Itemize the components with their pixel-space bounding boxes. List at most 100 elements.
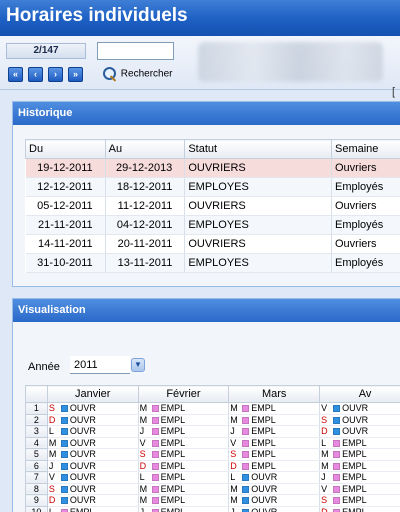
calendar-day-cell[interactable]: L OUVR xyxy=(47,425,139,438)
year-select[interactable]: 2011 xyxy=(70,356,130,374)
status-color-swatch xyxy=(242,428,250,436)
calendar-day-cell[interactable]: J OUVR xyxy=(47,460,139,472)
calendar-day-cell[interactable]: L OUVR xyxy=(228,471,321,484)
next-record-button[interactable]: › xyxy=(48,67,63,82)
table-row[interactable]: 21-11-2011 04-12-2011 EMPLOYES Employés xyxy=(25,215,400,235)
table-cell: 21-11-2011 xyxy=(25,215,106,235)
calendar-day-cell[interactable]: J OUVR xyxy=(228,506,321,512)
bracket-text: [ xyxy=(392,86,396,98)
calendar-day-cell[interactable]: M EMPL xyxy=(138,402,230,415)
previous-record-button[interactable]: ‹ xyxy=(28,67,43,82)
table-row[interactable]: 14-11-2011 20-11-2011 OUVRIERS Ouvriers xyxy=(25,234,400,254)
status-color-swatch xyxy=(333,405,341,413)
status-color-swatch xyxy=(60,462,68,470)
status-color-swatch xyxy=(151,497,159,505)
schedule-code: OUVR xyxy=(342,426,369,437)
calendar-day-cell[interactable]: M OUVR xyxy=(228,483,321,495)
last-record-button[interactable]: » xyxy=(68,67,83,82)
window-title: Horaires individuels xyxy=(6,5,188,26)
weekday-letter: D xyxy=(321,506,328,512)
calendar-day-cell[interactable]: J EMPL xyxy=(138,425,230,438)
calendar-day-cell[interactable]: D EMPL xyxy=(228,460,321,472)
calendar-day-cell[interactable]: M OUVR xyxy=(228,494,321,507)
table-row[interactable]: 05-12-2011 11-12-2011 OUVRIERS Ouvriers xyxy=(25,196,400,216)
first-record-button[interactable]: « xyxy=(8,67,23,82)
table-cell: EMPLOYES xyxy=(184,177,332,197)
calendar-day-cell[interactable]: M EMPL xyxy=(138,483,230,495)
calendar-day-cell[interactable]: M EMPL xyxy=(319,460,400,472)
column-header[interactable]: Semaine xyxy=(330,139,400,159)
record-counter: 2/147 xyxy=(6,43,86,59)
calendar-day-cell[interactable]: M EMPL xyxy=(228,402,321,415)
column-header[interactable]: Statut xyxy=(184,139,332,159)
calendar-day-cell[interactable]: M OUVR xyxy=(47,448,139,461)
chevron-down-icon[interactable]: ▼ xyxy=(131,358,145,372)
calendar-day-cell[interactable]: S OUVR xyxy=(319,414,400,426)
calendar-day-cell[interactable]: L EMPL xyxy=(47,506,139,512)
table-row[interactable]: 19-12-2011 29-12-2013 OUVRIERS Ouvriers xyxy=(25,158,400,178)
weekday-letter: L xyxy=(230,472,236,483)
calendar-day-cell[interactable]: S EMPL xyxy=(319,494,400,507)
weekday-letter: J xyxy=(321,472,326,483)
table-cell: Employés xyxy=(331,177,400,197)
table-row[interactable]: 31-10-2011 13-11-2011 EMPLOYES Employés xyxy=(25,253,400,273)
calendar-day-cell[interactable]: D EMPL xyxy=(138,460,230,472)
schedule-code: OUVR xyxy=(251,495,278,506)
day-number: 8 xyxy=(25,482,48,495)
calendar-day-cell[interactable]: S OUVR xyxy=(47,483,139,495)
column-header[interactable]: Du xyxy=(25,139,106,159)
calendar-day-cell[interactable]: J EMPL xyxy=(319,471,400,484)
calendar-day-cell[interactable]: J EMPL xyxy=(138,506,230,512)
table-row[interactable]: 12-12-2011 18-12-2011 EMPLOYES Employés xyxy=(25,177,400,197)
status-color-swatch xyxy=(60,474,68,482)
table-cell: OUVRIERS xyxy=(184,234,332,254)
calendar-day-cell[interactable]: S EMPL xyxy=(228,448,321,461)
schedule-code: EMPL xyxy=(160,495,186,506)
calendar-day-cell[interactable]: S OUVR xyxy=(47,402,139,415)
weekday-letter: J xyxy=(139,426,145,437)
schedule-code: EMPL xyxy=(342,472,367,483)
day-number: 5 xyxy=(25,448,48,461)
calendar-day-cell[interactable]: M OUVR xyxy=(47,437,139,449)
schedule-code: OUVR xyxy=(251,506,278,512)
calendar-day-cell[interactable]: S EMPL xyxy=(138,448,230,461)
calendar-day-cell[interactable]: M EMPL xyxy=(319,448,400,461)
calendar-row: 5 M OUVR S EMPL S EMPL M EMPL xyxy=(25,448,400,461)
table-cell: Ouvriers xyxy=(331,158,400,178)
calendar-day-cell[interactable]: J EMPL xyxy=(228,425,321,438)
calendar-day-cell[interactable]: V EMPL xyxy=(138,437,230,449)
weekday-letter: L xyxy=(321,437,327,448)
weekday-letter: J xyxy=(230,506,235,512)
search-input[interactable] xyxy=(97,42,174,60)
status-color-swatch xyxy=(60,416,68,424)
weekday-letter: V xyxy=(139,437,146,448)
schedule-code: OUVR xyxy=(251,472,278,483)
weekday-letter: D xyxy=(321,426,328,437)
table-cell: 29-12-2013 xyxy=(105,158,186,178)
calendar-day-cell[interactable]: L EMPL xyxy=(319,437,400,449)
calendar-day-cell[interactable]: D OUVR xyxy=(319,425,400,438)
schedule-code: OUVR xyxy=(69,403,96,414)
calendar-day-cell[interactable]: D OUVR xyxy=(47,414,139,426)
calendar-day-cell[interactable]: V EMPL xyxy=(319,483,400,495)
weekday-letter: S xyxy=(321,495,328,506)
calendar-day-cell[interactable]: D EMPL xyxy=(319,506,400,512)
table-cell: OUVRIERS xyxy=(184,158,332,178)
day-number: 4 xyxy=(25,436,48,449)
calendar-day-cell[interactable]: V OUVR xyxy=(47,471,139,484)
status-color-swatch xyxy=(151,428,159,436)
calendar-day-cell[interactable]: V EMPL xyxy=(228,437,321,449)
status-color-swatch xyxy=(60,405,68,413)
magnifier-icon xyxy=(100,65,118,83)
column-header[interactable]: Au xyxy=(104,139,186,159)
search-button[interactable]: Rechercher xyxy=(100,65,172,83)
calendar-day-cell[interactable]: M EMPL xyxy=(138,494,230,507)
calendar-day-cell[interactable]: D OUVR xyxy=(47,494,139,507)
calendar-day-cell[interactable]: M EMPL xyxy=(138,414,230,426)
calendar-day-cell[interactable]: V OUVR xyxy=(319,402,400,415)
visualisation-panel: Visualisation Année 2011 ▼ Janvier Févrie… xyxy=(12,298,400,512)
status-color-swatch xyxy=(242,474,250,482)
table-cell: OUVRIERS xyxy=(184,196,332,216)
calendar-day-cell[interactable]: L EMPL xyxy=(138,471,230,484)
calendar-day-cell[interactable]: M EMPL xyxy=(228,414,321,426)
